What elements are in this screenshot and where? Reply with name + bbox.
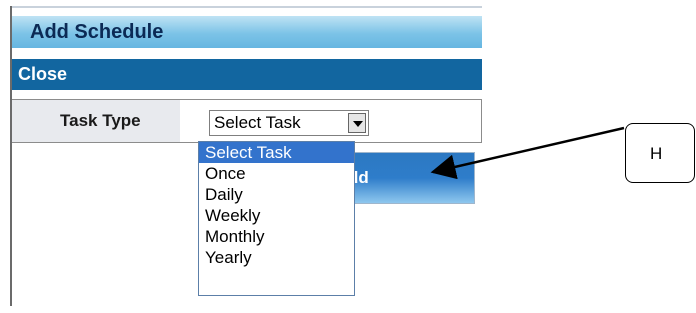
arrow-icon [430, 126, 625, 180]
